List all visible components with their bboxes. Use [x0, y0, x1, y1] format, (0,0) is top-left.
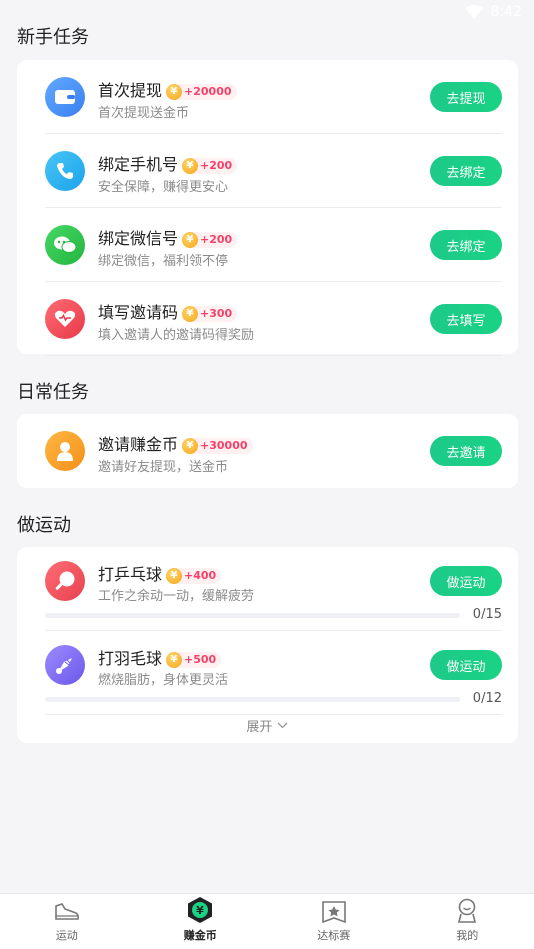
bottom-tab-bar: 运动 ¥ 赚金币 达标赛 我的 — [0, 893, 534, 949]
progress-text: 0/15 — [472, 607, 502, 622]
task-desc: 填入邀请人的邀请码得奖励 — [98, 328, 255, 343]
tab-earn-coins[interactable]: ¥ 赚金币 — [134, 894, 268, 949]
sport-table-tennis-button[interactable]: 做运动 — [430, 566, 502, 596]
shoe-icon — [54, 903, 79, 920]
tab-label: 我的 — [456, 929, 479, 942]
bind-wechat-button[interactable]: 去绑定 — [430, 230, 502, 260]
reward-badge: ¥ +200 — [182, 157, 238, 174]
task-invite-earn: 邀请赚金币 ¥ +30000 邀请好友提现，送金币 去邀请 — [45, 414, 502, 488]
reward-badge: ¥ +400 — [166, 567, 222, 584]
progress-bar — [45, 613, 460, 618]
phone-icon — [45, 151, 85, 191]
tab-sport[interactable]: 运动 — [0, 894, 134, 949]
newbie-task-card: 首次提现 ¥ +20000 首次提现送金币 去提现 绑定手机号 ¥ +200 安全保障，… — [17, 60, 518, 356]
coin-icon: ¥ — [166, 83, 183, 100]
wifi-icon — [464, 5, 483, 19]
profile-icon — [458, 898, 477, 923]
expand-label: 展开 — [246, 720, 273, 735]
coin-icon: ¥ — [166, 651, 183, 668]
status-bar: 8:42 — [0, 0, 534, 24]
reward-badge: ¥ +20000 — [166, 83, 237, 100]
progress-text: 0/12 — [472, 691, 502, 706]
fill-invite-code-button[interactable]: 去填写 — [430, 304, 502, 334]
expand-toggle[interactable]: 展开 — [0, 716, 534, 735]
reward-badge: ¥ +300 — [182, 305, 238, 322]
task-name: 填写邀请码 — [98, 303, 179, 322]
coin-icon: ¥ — [182, 157, 199, 174]
bind-phone-button[interactable]: 去绑定 — [430, 156, 502, 186]
daily-task-card: 邀请赚金币 ¥ +30000 邀请好友提现，送金币 去邀请 — [17, 414, 518, 488]
heart-icon — [45, 299, 85, 339]
task-first-withdraw: 首次提现 ¥ +20000 首次提现送金币 去提现 — [45, 60, 502, 134]
invite-button[interactable]: 去邀请 — [430, 436, 502, 466]
shuttlecock-icon — [45, 645, 85, 685]
tab-competition[interactable]: 达标赛 — [267, 894, 401, 949]
paddle-icon — [45, 561, 85, 601]
reward-badge: ¥ +200 — [182, 231, 238, 248]
tab-mine[interactable]: 我的 — [401, 894, 534, 949]
coin-badge-icon: ¥ — [188, 897, 213, 923]
task-desc: 安全保障，赚得更安心 — [98, 180, 229, 195]
task-desc: 邀请好友提现，送金币 — [98, 460, 229, 475]
tab-label: 运动 — [55, 929, 78, 942]
sport-badminton-button[interactable]: 做运动 — [430, 650, 502, 680]
task-badminton: 打羽毛球 ¥ +500 燃烧脂肪，身体更灵活 做运动 0/12 — [45, 631, 502, 715]
svg-text:¥: ¥ — [196, 904, 204, 917]
task-name: 打羽毛球 — [98, 649, 163, 668]
task-table-tennis: 打乒乓球 ¥ +400 工作之余动一动，缓解疲劳 做运动 0/15 — [45, 547, 502, 631]
task-name: 打乒乓球 — [98, 565, 163, 584]
withdraw-button[interactable]: 去提现 — [430, 82, 502, 112]
task-name: 邀请赚金币 — [98, 435, 179, 454]
task-name: 绑定手机号 — [98, 155, 179, 174]
task-bind-phone: 绑定手机号 ¥ +200 安全保障，赚得更安心 去绑定 — [45, 134, 502, 208]
sport-task-card: 打乒乓球 ¥ +400 工作之余动一动，缓解疲劳 做运动 0/15 打羽毛球 ¥ +50… — [17, 547, 518, 743]
reward-badge: ¥ +30000 — [182, 437, 253, 454]
tab-label: 赚金币 — [183, 929, 217, 942]
progress-bar — [45, 697, 460, 702]
task-name: 绑定微信号 — [98, 229, 179, 248]
task-desc: 首次提现送金币 — [98, 106, 190, 121]
tab-label: 达标赛 — [317, 929, 351, 942]
task-name: 首次提现 — [98, 81, 163, 100]
task-desc: 工作之余动一动，缓解疲劳 — [98, 589, 255, 604]
task-bind-wechat: 绑定微信号 ¥ +200 绑定微信，福利领不停 去绑定 — [45, 208, 502, 282]
user-icon — [45, 431, 85, 471]
section-title-sport: 做运动 — [17, 515, 71, 536]
coin-icon: ¥ — [182, 231, 199, 248]
coin-icon: ¥ — [182, 305, 199, 322]
chevron-down-icon — [277, 722, 288, 729]
status-time: 8:42 — [490, 4, 522, 20]
section-title-newbie: 新手任务 — [17, 27, 89, 48]
wechat-icon — [45, 225, 85, 265]
coin-icon: ¥ — [182, 437, 199, 454]
wallet-icon — [45, 77, 85, 117]
reward-badge: ¥ +500 — [166, 651, 222, 668]
task-desc: 燃烧脂肪，身体更灵活 — [98, 673, 229, 688]
section-title-daily: 日常任务 — [17, 382, 89, 403]
task-desc: 绑定微信，福利领不停 — [98, 254, 229, 269]
coin-icon: ¥ — [166, 567, 183, 584]
task-invite-code: 填写邀请码 ¥ +300 填入邀请人的邀请码得奖励 去填写 — [45, 282, 502, 356]
star-frame-icon — [321, 901, 346, 924]
